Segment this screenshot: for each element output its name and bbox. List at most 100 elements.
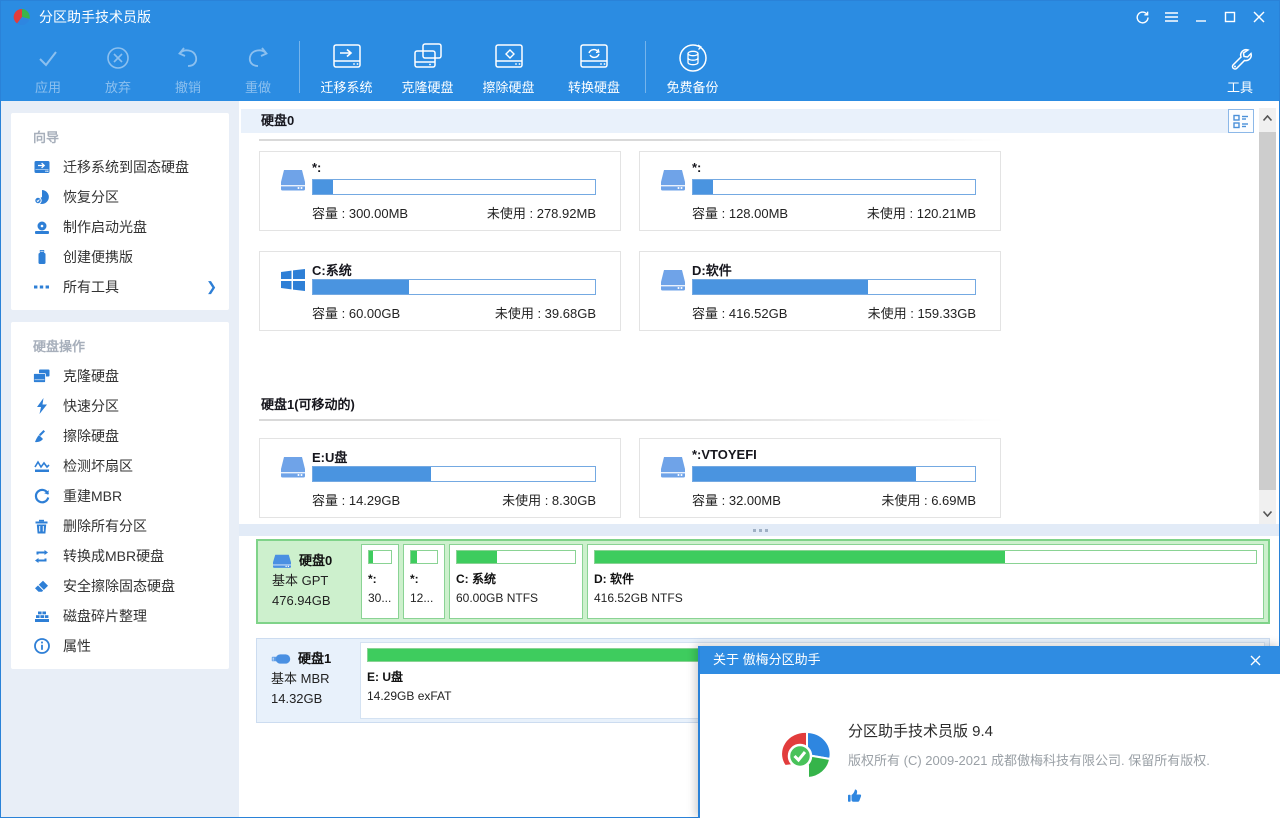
sidebar-item-label: 属性 <box>63 636 91 656</box>
lightning-icon <box>33 398 50 415</box>
product-name: 分区助手技术员版 9.4 <box>848 720 993 741</box>
unused-label: 未使用 : 39.68GB <box>495 303 596 322</box>
map-partition-d[interactable]: D: 软件 416.52GB NTFS <box>587 544 1264 619</box>
refresh-button[interactable] <box>1128 1 1157 33</box>
sidebar-item-rebuild-mbr[interactable]: 重建MBR <box>11 481 229 511</box>
maximize-button[interactable] <box>1215 1 1244 33</box>
close-icon <box>1250 655 1261 666</box>
partition-card-e-usb[interactable]: E:U盘 容量 : 14.29GB 未使用 : 8.30GB <box>259 438 621 518</box>
copyright-text: 版权所有 (C) 2009-2021 成都傲梅科技有限公司. 保留所有版权. <box>848 750 1210 769</box>
tools-button[interactable]: 工具 <box>1209 33 1271 101</box>
vertical-scrollbar[interactable] <box>1259 108 1276 524</box>
clone-disk-button[interactable]: 克隆硬盘 <box>387 33 468 101</box>
dialog-title-bar: 关于 傲梅分区助手 <box>700 646 1280 674</box>
undo-button[interactable]: 撤销 <box>153 33 223 101</box>
sidebar-item-create-portable[interactable]: 创建便携版 <box>11 242 229 272</box>
disk0-info: 硬盘0 基本 GPT 476.94GB <box>258 541 361 622</box>
sidebar-item-all-tools[interactable]: 所有工具 ❯ <box>11 272 229 302</box>
disk-size: 14.32GB <box>271 689 360 709</box>
map-partition-c[interactable]: C: 系统 60.00GB NTFS <box>449 544 583 619</box>
usb-stick-icon <box>33 249 50 266</box>
partition-card-msr[interactable]: *: 容量 : 128.00MB 未使用 : 120.21MB <box>639 151 1001 231</box>
close-button[interactable] <box>1244 1 1273 33</box>
panel-splitter[interactable] <box>239 524 1279 536</box>
disk-type: 基本 GPT <box>272 571 361 591</box>
section-title: 硬盘操作 <box>11 322 229 361</box>
sidebar-item-properties[interactable]: 属性 <box>11 631 229 661</box>
disk0-header: 硬盘0 <box>241 109 1229 133</box>
scrollbar-thumb[interactable] <box>1259 132 1276 490</box>
usage-bar <box>692 279 976 295</box>
app-window: 分区助手技术员版 应用 <box>0 0 1280 818</box>
menu-button[interactable] <box>1157 1 1186 33</box>
sidebar-item-convert-to-mbr[interactable]: 转换成MBR硬盘 <box>11 541 229 571</box>
view-mode-button[interactable] <box>1228 109 1254 133</box>
bad-sector-wave-icon <box>33 458 50 475</box>
redo-button[interactable]: 重做 <box>223 33 293 101</box>
map-partition-msr[interactable]: *: 12... <box>403 544 445 619</box>
unused-label: 未使用 : 6.69MB <box>881 490 976 509</box>
sidebar-item-delete-all-partitions[interactable]: 删除所有分区 <box>11 511 229 541</box>
sidebar-item-quick-partition[interactable]: 快速分区 <box>11 391 229 421</box>
minimize-button[interactable] <box>1186 1 1215 33</box>
sidebar-item-label: 转换成MBR硬盘 <box>63 546 164 566</box>
thumb-up-icon[interactable] <box>847 788 862 803</box>
bootable-disc-icon <box>33 219 50 236</box>
free-backup-button[interactable]: 免费备份 <box>652 33 733 101</box>
sidebar-item-clone-disk[interactable]: 克隆硬盘 <box>11 361 229 391</box>
clone-disk-icon <box>33 368 50 385</box>
sidebar: 向导 迁移系统到固态硬盘 恢复分区 制作启动光盘 创建便携版 所有工具 ❯ <box>1 101 239 817</box>
partition-card-d-software[interactable]: D:软件 容量 : 416.52GB 未使用 : 159.33GB <box>639 251 1001 331</box>
usage-bar <box>410 550 438 564</box>
apply-check-icon <box>13 39 83 77</box>
scroll-down-arrow[interactable] <box>1259 504 1276 524</box>
partition-card-vtoyefi[interactable]: *:VTOYEFI 容量 : 32.00MB 未使用 : 6.69MB <box>639 438 1001 518</box>
partition-card-c-system[interactable]: C:系统 容量 : 60.00GB 未使用 : 39.68GB <box>259 251 621 331</box>
usage-bar <box>312 279 596 295</box>
disk-size: 476.94GB <box>272 591 361 611</box>
apply-button[interactable]: 应用 <box>13 33 83 101</box>
separator <box>259 139 1004 141</box>
sidebar-item-migrate-to-ssd[interactable]: 迁移系统到固态硬盘 <box>11 152 229 182</box>
toolbar: 应用 放弃 撤销 重做 <box>1 33 1279 101</box>
disk-icon <box>272 554 292 569</box>
sidebar-item-make-bootable-media[interactable]: 制作启动光盘 <box>11 212 229 242</box>
usage-bar <box>594 550 1257 564</box>
usage-bar <box>692 466 976 482</box>
convert-loop-icon <box>33 548 50 565</box>
capacity-label: 容量 : 300.00MB <box>312 203 408 222</box>
disk-type: 基本 MBR <box>271 669 360 689</box>
sidebar-item-label: 检测坏扇区 <box>63 456 133 476</box>
unused-label: 未使用 : 8.30GB <box>502 490 596 509</box>
discard-button[interactable]: 放弃 <box>83 33 153 101</box>
scroll-up-arrow[interactable] <box>1259 108 1276 128</box>
more-dots-icon <box>33 279 50 296</box>
migrate-os-button[interactable]: 迁移系统 <box>306 33 387 101</box>
info-icon <box>33 638 50 655</box>
disk-icon <box>660 268 686 292</box>
map-partition-esp[interactable]: *: 30... <box>361 544 399 619</box>
trash-icon <box>33 518 50 535</box>
partition-card-esp[interactable]: *: 容量 : 300.00MB 未使用 : 278.92MB <box>259 151 621 231</box>
discard-icon <box>83 39 153 77</box>
partition-name: E:U盘 <box>312 447 347 466</box>
sidebar-item-check-bad-sectors[interactable]: 检测坏扇区 <box>11 451 229 481</box>
rebuild-circular-arrow-icon <box>33 488 50 505</box>
usage-bar <box>456 550 576 564</box>
sidebar-item-label: 磁盘碎片整理 <box>63 606 147 626</box>
about-dialog: 关于 傲梅分区助手 分区助手技术员版 9.4 版权所有 (C) 2009-202… <box>698 646 1280 818</box>
usage-bar <box>692 179 976 195</box>
sidebar-section-wizards: 向导 迁移系统到固态硬盘 恢复分区 制作启动光盘 创建便携版 所有工具 ❯ <box>11 113 229 310</box>
wipe-disk-button[interactable]: 擦除硬盘 <box>468 33 549 101</box>
sidebar-item-disk-defrag[interactable]: 磁盘碎片整理 <box>11 601 229 631</box>
dialog-close-button[interactable] <box>1241 646 1269 674</box>
redo-icon <box>223 39 293 77</box>
disk1-header: 硬盘1(可移动的) <box>261 394 355 413</box>
sidebar-item-recover-partition[interactable]: 恢复分区 <box>11 182 229 212</box>
convert-disk-button[interactable]: 转换硬盘 <box>549 33 639 101</box>
sidebar-item-label: 擦除硬盘 <box>63 426 119 446</box>
sidebar-item-wipe-disk[interactable]: 擦除硬盘 <box>11 421 229 451</box>
disk0-row[interactable]: 硬盘0 基本 GPT 476.94GB *: 30... *: 12... <box>256 539 1270 624</box>
sidebar-item-secure-erase-ssd[interactable]: 安全擦除固态硬盘 <box>11 571 229 601</box>
broom-icon <box>33 428 50 445</box>
